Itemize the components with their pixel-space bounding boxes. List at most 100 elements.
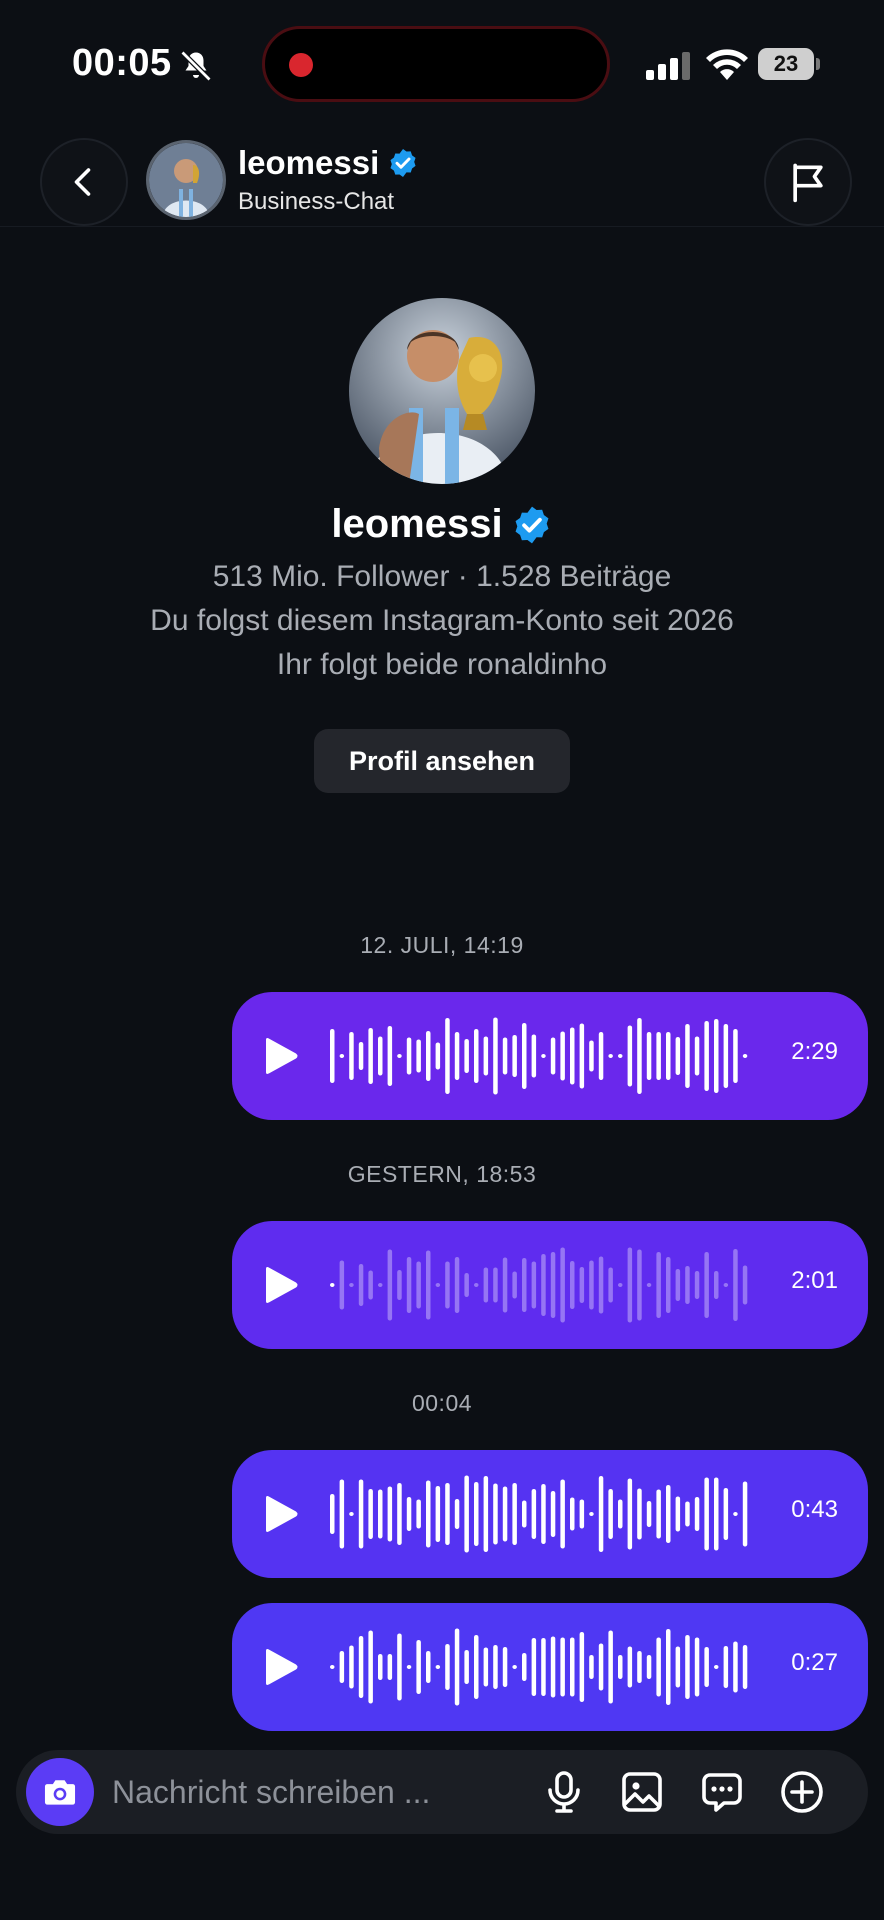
waveform-bar bbox=[502, 1037, 508, 1075]
waveform-bar bbox=[454, 1499, 460, 1529]
waveform-bar bbox=[493, 1645, 498, 1689]
waveform-bar bbox=[637, 1651, 642, 1683]
sticker-chat-icon[interactable] bbox=[698, 1768, 746, 1816]
waveform-bar bbox=[397, 1270, 402, 1300]
waveform-bar bbox=[454, 1628, 460, 1706]
waveform-bar bbox=[704, 1647, 709, 1687]
camera-button[interactable] bbox=[26, 1758, 94, 1826]
waveform[interactable] bbox=[324, 1464, 756, 1564]
cellular-signal-icon bbox=[646, 52, 690, 80]
waveform-bar bbox=[368, 1630, 373, 1704]
waveform-bar bbox=[675, 1646, 681, 1688]
waveform-bar bbox=[358, 1042, 364, 1070]
waveform-bar bbox=[598, 1256, 604, 1314]
waveform[interactable] bbox=[324, 1617, 756, 1717]
voice-duration: 2:29 bbox=[791, 1038, 838, 1065]
waveform-bar bbox=[330, 1665, 335, 1669]
waveform-bar bbox=[406, 1037, 412, 1075]
header-username: leomessi bbox=[238, 144, 380, 181]
waveform-bar bbox=[627, 1646, 633, 1688]
header-title[interactable]: leomessi bbox=[238, 144, 419, 182]
waveform-bar bbox=[656, 1489, 661, 1539]
waveform-bar bbox=[339, 1479, 345, 1549]
waveform-bar bbox=[560, 1479, 565, 1549]
waveform[interactable] bbox=[324, 1235, 756, 1335]
waveform-bar bbox=[330, 1494, 335, 1534]
waveform-bar bbox=[378, 1489, 383, 1539]
waveform-bar bbox=[426, 1480, 431, 1548]
waveform-bar bbox=[666, 1629, 671, 1705]
waveform-bar bbox=[426, 1250, 431, 1320]
waveform-bar bbox=[406, 1497, 412, 1531]
waveform-bar bbox=[646, 1283, 652, 1287]
verified-badge-icon bbox=[515, 506, 549, 543]
plus-icon[interactable] bbox=[778, 1768, 826, 1816]
voice-message[interactable]: 2:29 bbox=[232, 992, 868, 1120]
waveform-bar bbox=[378, 1654, 383, 1680]
waveform-bar bbox=[733, 1029, 738, 1083]
profile-avatar[interactable] bbox=[349, 298, 535, 484]
waveform-bar bbox=[531, 1034, 537, 1078]
waveform-bar bbox=[742, 1265, 748, 1305]
waveform-bar bbox=[445, 1644, 450, 1690]
waveform-bar bbox=[349, 1645, 354, 1689]
back-button[interactable] bbox=[40, 138, 128, 226]
waveform-bar bbox=[598, 1476, 604, 1552]
gallery-icon[interactable] bbox=[618, 1768, 666, 1816]
waveform-bar bbox=[406, 1257, 412, 1313]
waveform-bar bbox=[474, 1029, 479, 1083]
waveform-bar bbox=[666, 1032, 671, 1080]
waveform-bar bbox=[502, 1647, 508, 1687]
camera-icon bbox=[44, 1780, 76, 1805]
waveform-bar bbox=[618, 1283, 623, 1287]
waveform-bar bbox=[675, 1496, 681, 1532]
voice-duration: 0:43 bbox=[791, 1496, 838, 1523]
bell-muted-icon bbox=[180, 50, 212, 82]
verified-badge-icon bbox=[390, 149, 416, 177]
waveform-bar bbox=[656, 1252, 661, 1318]
waveform-bar bbox=[589, 1040, 594, 1072]
waveform-bar bbox=[704, 1477, 709, 1551]
voice-message[interactable]: 0:27 bbox=[232, 1603, 868, 1731]
waveform-bar bbox=[416, 1499, 421, 1529]
report-button[interactable] bbox=[764, 138, 852, 226]
message-composer bbox=[16, 1750, 868, 1834]
dynamic-island bbox=[262, 26, 610, 102]
waveform[interactable] bbox=[324, 1006, 756, 1106]
waveform-bar bbox=[358, 1636, 364, 1698]
waveform-bar bbox=[397, 1054, 402, 1058]
play-icon[interactable] bbox=[260, 1036, 300, 1076]
header-avatar[interactable] bbox=[146, 140, 226, 220]
waveform-bar bbox=[512, 1035, 517, 1077]
message-timestamp: 12. JULI, 14:19 bbox=[360, 932, 524, 958]
play-icon[interactable] bbox=[260, 1647, 300, 1687]
waveform-bar bbox=[656, 1032, 661, 1080]
waveform-bar bbox=[608, 1489, 613, 1539]
play-icon[interactable] bbox=[260, 1265, 300, 1305]
waveform-bar bbox=[618, 1054, 623, 1058]
waveform-bar bbox=[694, 1637, 700, 1697]
waveform-bar bbox=[387, 1486, 393, 1542]
voice-message[interactable]: 0:43 bbox=[232, 1450, 868, 1578]
message-input[interactable] bbox=[112, 1750, 432, 1834]
waveform-bar bbox=[656, 1637, 661, 1697]
waveform-bar bbox=[349, 1512, 354, 1516]
view-profile-button[interactable]: Profil ansehen bbox=[314, 729, 570, 793]
waveform-bar bbox=[579, 1267, 585, 1303]
microphone-icon[interactable] bbox=[540, 1768, 588, 1816]
waveform-bar bbox=[541, 1484, 546, 1544]
profile-mutual-followers: Ihr folgt beide ronaldinho bbox=[276, 648, 608, 681]
waveform-bar bbox=[598, 1643, 604, 1691]
waveform-bar bbox=[474, 1283, 479, 1287]
waveform-bar bbox=[445, 1261, 450, 1309]
waveform-bar bbox=[714, 1019, 719, 1093]
waveform-bar bbox=[330, 1029, 335, 1083]
waveform-bar bbox=[464, 1273, 469, 1297]
waveform-bar bbox=[426, 1031, 431, 1081]
waveform-bar bbox=[435, 1283, 441, 1287]
play-icon[interactable] bbox=[260, 1494, 300, 1534]
waveform-bar bbox=[531, 1489, 537, 1539]
waveform-bar bbox=[723, 1024, 729, 1088]
waveform-bar bbox=[579, 1023, 585, 1089]
voice-message[interactable]: 2:01 bbox=[232, 1221, 868, 1349]
